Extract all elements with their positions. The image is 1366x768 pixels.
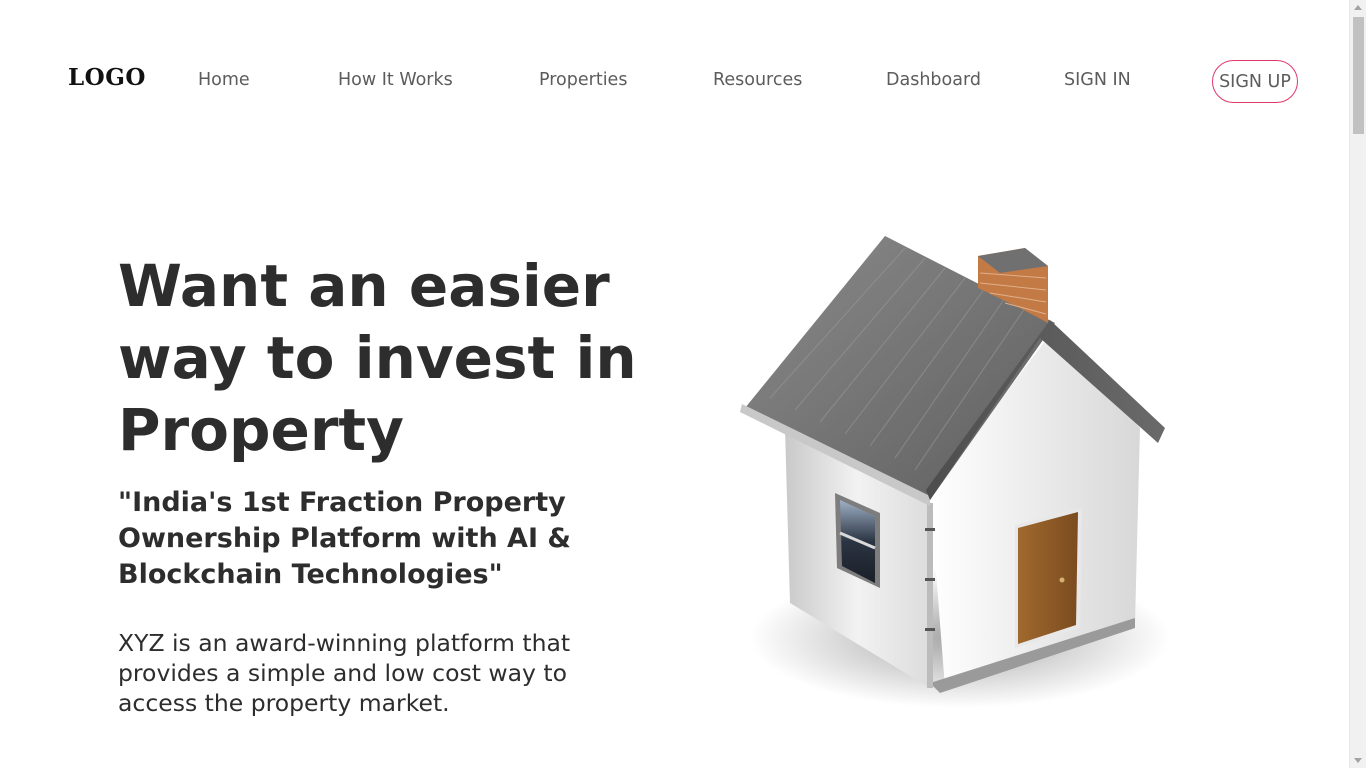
sign-in-link[interactable]: SIGN IN (1064, 70, 1131, 90)
nav-home-link[interactable]: Home (198, 70, 250, 90)
hero-subtitle: "India's 1st Fraction Property Ownership… (118, 487, 571, 590)
nav-resources-link[interactable]: Resources (713, 70, 802, 90)
scroll-down-icon[interactable] (1354, 758, 1362, 763)
nav-properties-link[interactable]: Properties (539, 70, 627, 90)
nav-how-it-works-link[interactable]: How It Works (338, 70, 453, 90)
vertical-scrollbar[interactable] (1349, 0, 1366, 768)
navbar: LOGO Home How It Works Properties Resour… (0, 0, 1349, 164)
hero-title: Want an easier way to invest in Property (118, 252, 637, 464)
logo[interactable]: LOGO (68, 64, 146, 91)
house-icon (740, 236, 1170, 708)
scroll-up-icon[interactable] (1354, 5, 1362, 10)
scroll-thumb[interactable] (1353, 17, 1364, 134)
hero-description: XYZ is an award-winning platform that pr… (118, 629, 571, 717)
sign-up-button[interactable]: SIGN UP (1212, 60, 1298, 103)
nav-dashboard-link[interactable]: Dashboard (886, 70, 981, 90)
